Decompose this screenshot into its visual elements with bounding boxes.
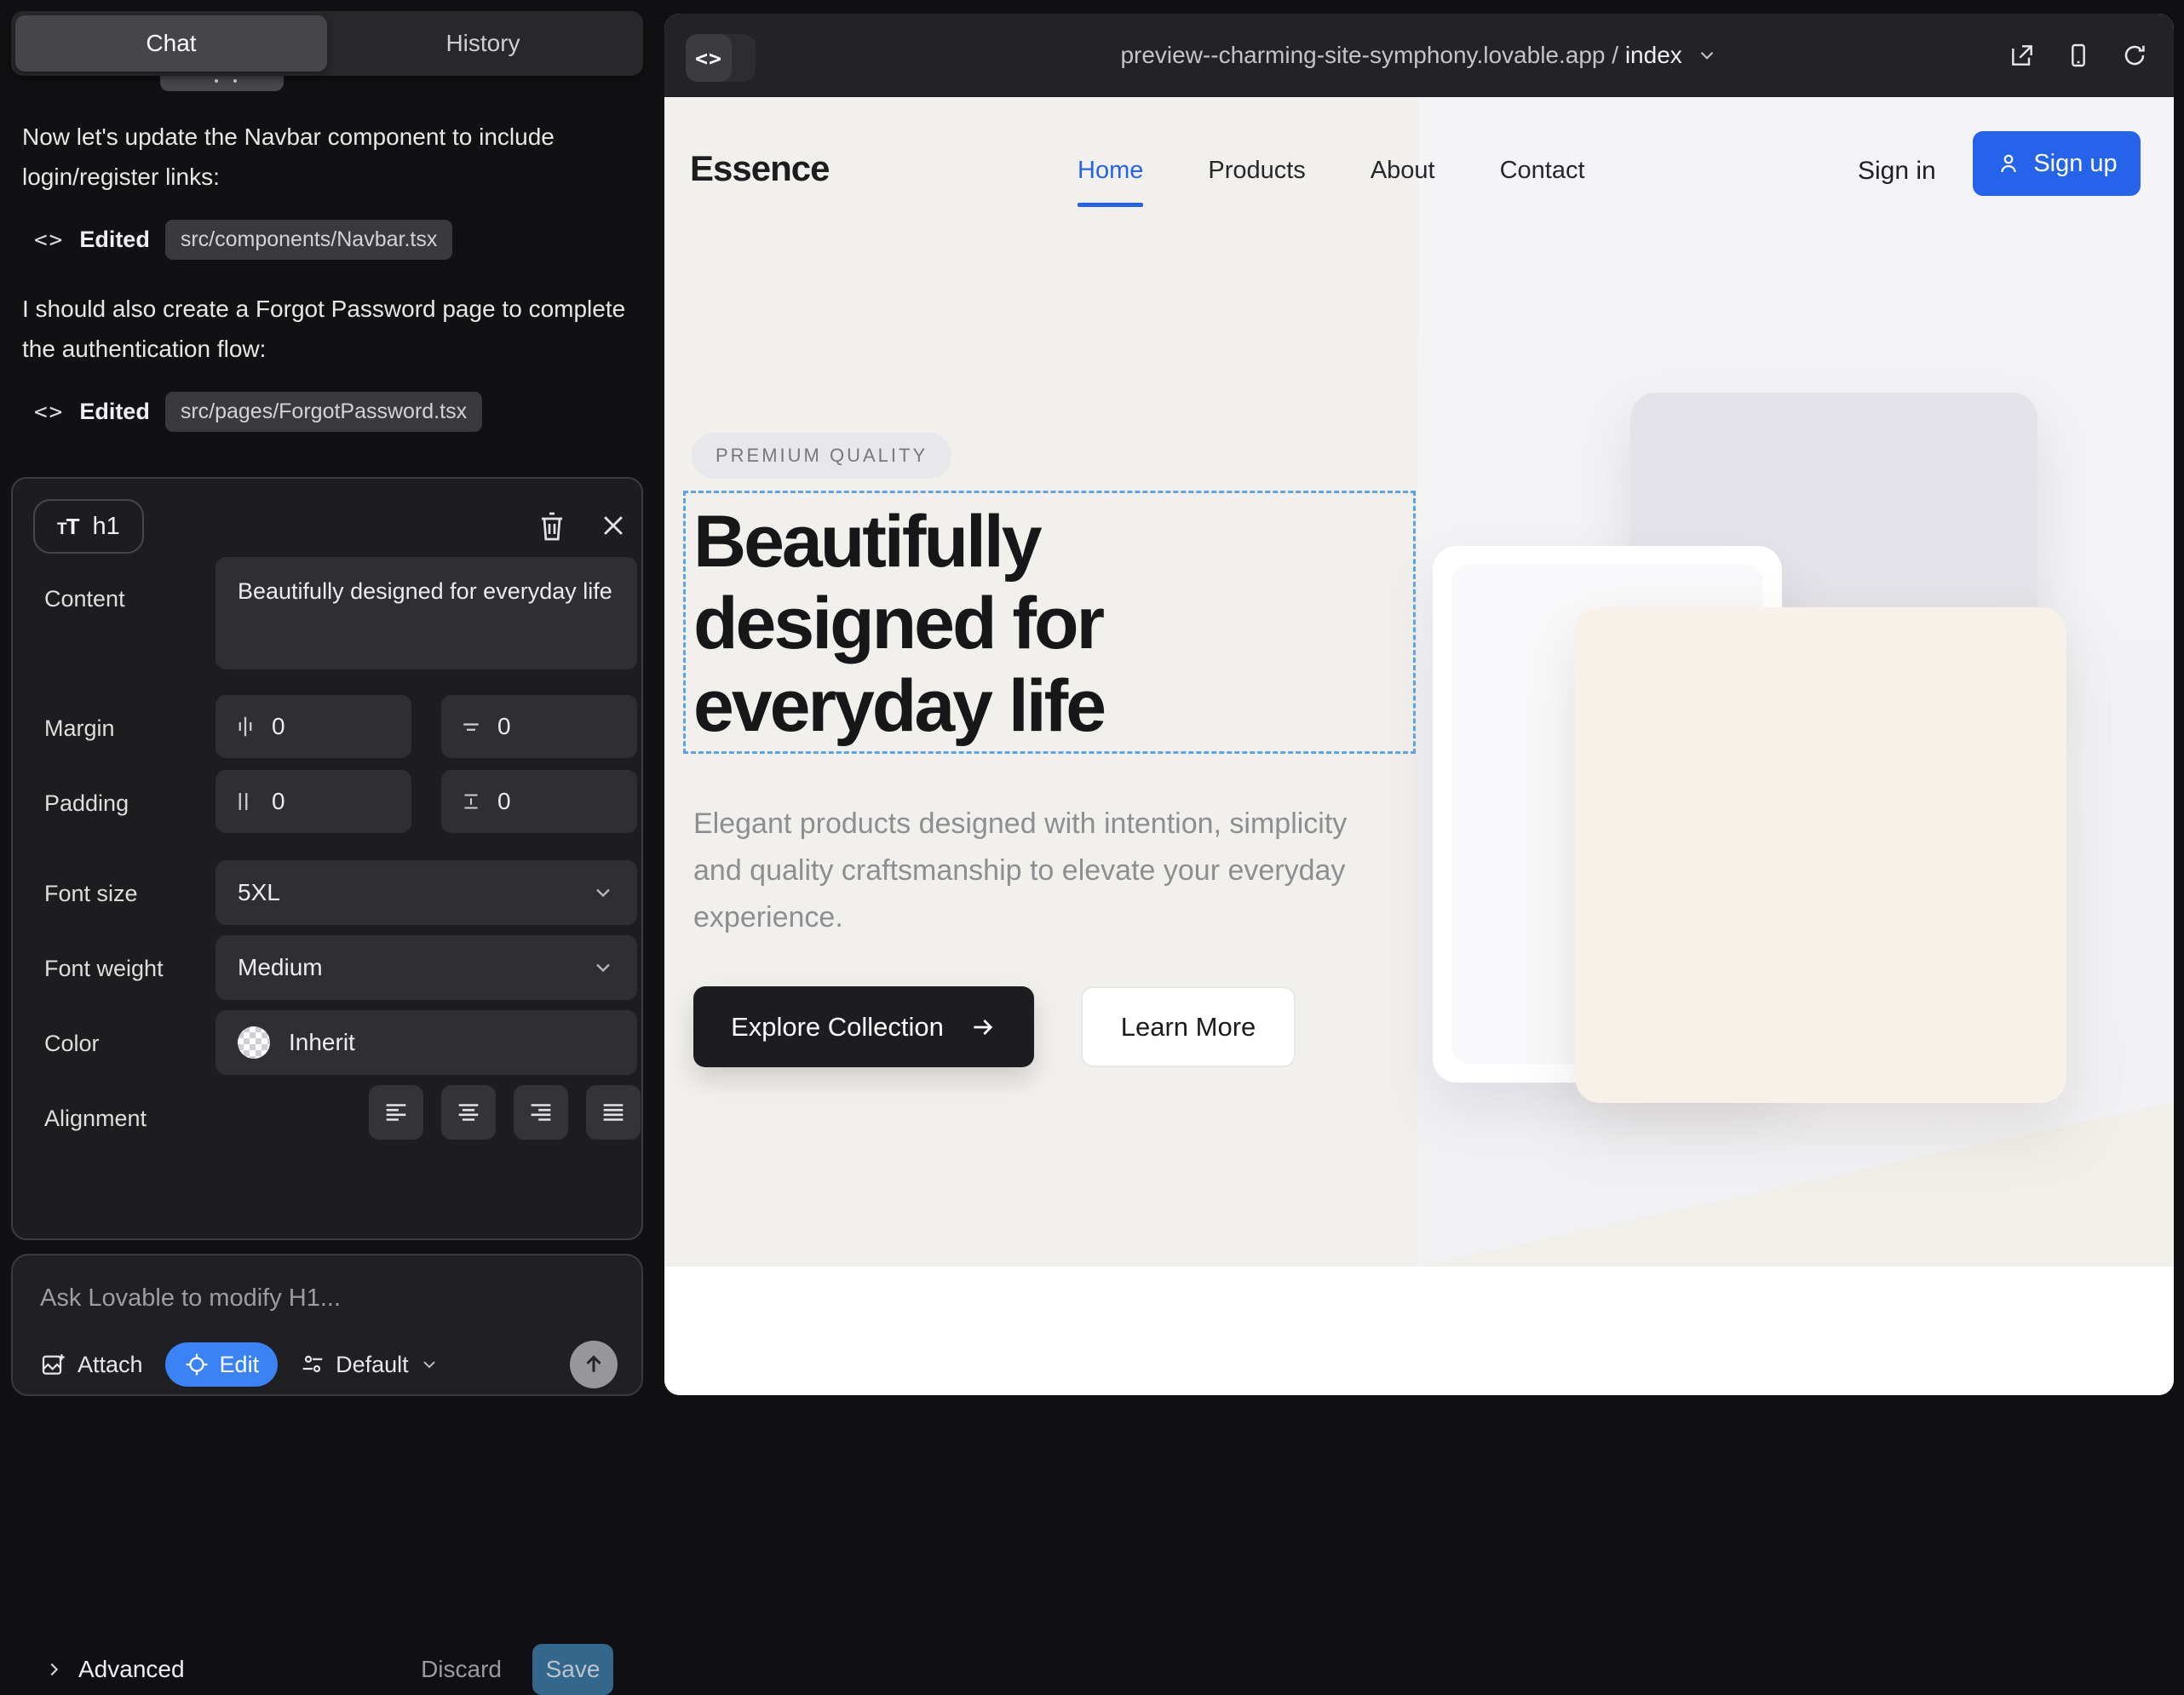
chat-history-tabbar: Chat History [11,11,643,76]
chat-composer: Ask Lovable to modify H1... Attach Edit [11,1254,643,1396]
align-right-button[interactable] [514,1085,568,1140]
preview-window: <> preview--charming-site-symphony.lovab… [664,14,2174,1395]
clipped-chip-fragment [160,76,284,91]
alignment-button-group [369,1085,641,1140]
element-tag-label: h1 [93,513,120,541]
padding-vertical-input[interactable]: 0 [441,770,637,833]
discard-button[interactable]: Discard [421,1656,502,1683]
site-navbar: Essence Home Products About Contact Sign… [664,97,2174,259]
mobile-view-icon[interactable] [2065,42,2092,69]
attach-button[interactable]: Attach [40,1351,143,1378]
refresh-icon[interactable] [2121,42,2148,69]
chevron-down-icon [419,1354,440,1375]
code-icon: <> [686,34,732,82]
font-weight-label: Font weight [44,956,164,982]
site-logo[interactable]: Essence [690,148,829,189]
hero-description: Elegant products designed with intention… [693,801,1375,941]
browser-actions [2009,14,2148,97]
padding-vertical-icon [458,789,484,814]
alignment-label: Alignment [44,1106,147,1132]
hero-heading[interactable]: Beautifully designed for everyday life [693,501,1409,747]
align-justify-button[interactable] [586,1085,641,1140]
close-editor-icon[interactable] [599,511,628,540]
composer-toolbar: Attach Edit Default [40,1341,618,1388]
nav-link-contact[interactable]: Contact [1500,157,1585,185]
code-preview-toggle[interactable]: <> [686,34,756,82]
url-page: index [1625,42,1682,68]
send-button[interactable] [570,1341,618,1388]
color-swatch [238,1026,270,1059]
padding-label: Padding [44,790,129,817]
chevron-down-icon [1696,44,1718,66]
code-icon: <> [34,399,64,425]
element-editor-panel: TT h1 Content Beautifully designed for e… [11,477,643,1240]
font-size-select[interactable]: 5XL [216,860,637,925]
typography-icon: TT [57,514,79,540]
margin-vertical-icon [458,714,484,739]
arrow-right-icon [969,1014,997,1041]
padding-horizontal-icon [233,789,258,814]
nav-link-about[interactable]: About [1371,157,1435,185]
hero-badge: PREMIUM QUALITY [692,433,951,479]
margin-horizontal-input[interactable]: 0 [216,695,411,758]
open-external-icon[interactable] [2009,42,2036,69]
learn-more-button[interactable]: Learn More [1081,986,1296,1067]
edited-label: Edited [79,227,150,253]
url-domain: preview--charming-site-symphony.lovable.… [1120,42,1624,68]
edited-file-row[interactable]: <> Edited src/components/Navbar.tsx [34,220,452,260]
hero-cta-row: Explore Collection Learn More [693,986,1296,1067]
mode-select[interactable]: Default [300,1352,440,1378]
sliders-icon [300,1352,325,1377]
sign-in-link[interactable]: Sign in [1858,157,1936,186]
site-viewport: Essence Home Products About Contact Sign… [664,97,2174,1395]
url-bar[interactable]: preview--charming-site-symphony.lovable.… [664,42,2174,69]
chevron-down-icon [591,881,615,905]
composer-input[interactable]: Ask Lovable to modify H1... [40,1284,341,1313]
chevron-right-icon [44,1660,63,1679]
lovable-sidebar: Chat History Now let's update the Navbar… [0,0,664,1407]
tab-history[interactable]: History [327,15,639,72]
padding-horizontal-input[interactable]: 0 [216,770,411,833]
arrow-up-icon [581,1352,606,1377]
align-left-button[interactable] [369,1085,423,1140]
tab-chat[interactable]: Chat [15,15,327,72]
margin-label: Margin [44,715,115,742]
sign-up-button[interactable]: Sign up [1973,131,2141,196]
font-size-label: Font size [44,881,138,907]
browser-chrome: <> preview--charming-site-symphony.lovab… [664,14,2174,97]
file-chip[interactable]: src/components/Navbar.tsx [165,220,453,260]
file-chip[interactable]: src/pages/ForgotPassword.tsx [165,392,482,432]
edited-label: Edited [79,399,150,425]
nav-link-home[interactable]: Home [1078,157,1143,185]
editor-footer: Advanced Discard Save [44,1644,613,1695]
attach-image-icon [40,1351,67,1378]
selected-element-pill: TT h1 [33,499,144,554]
align-center-button[interactable] [441,1085,496,1140]
code-icon: <> [34,227,64,253]
chat-message: Now let's update the Navbar component to… [22,118,630,198]
user-icon [1996,151,2021,176]
advanced-toggle[interactable]: Advanced [44,1656,185,1683]
content-label: Content [44,586,125,612]
chevron-down-icon [591,956,615,980]
delete-element-button[interactable] [537,509,567,543]
nav-links: Home Products About Contact [1078,157,1585,185]
content-textarea[interactable]: Beautifully designed for everyday life [216,557,637,669]
nav-link-products[interactable]: Products [1208,157,1305,185]
color-label: Color [44,1031,100,1057]
edit-mode-button[interactable]: Edit [165,1342,279,1387]
edited-file-row[interactable]: <> Edited src/pages/ForgotPassword.tsx [34,392,482,432]
save-button[interactable]: Save [532,1644,613,1695]
chat-message: I should also create a Forgot Password p… [22,290,630,370]
target-icon [184,1352,210,1377]
margin-horizontal-icon [233,714,258,739]
explore-collection-button[interactable]: Explore Collection [693,986,1034,1067]
decorative-card-beige [1575,607,2066,1103]
margin-vertical-input[interactable]: 0 [441,695,637,758]
font-weight-select[interactable]: Medium [216,935,637,1000]
color-select[interactable]: Inherit [216,1010,637,1075]
